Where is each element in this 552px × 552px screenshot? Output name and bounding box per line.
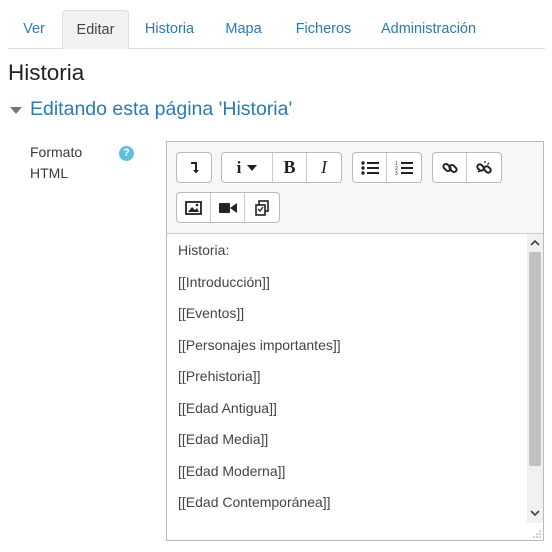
- editor-line: [[Edad Moderna]]: [178, 463, 286, 479]
- tab-mapa[interactable]: Mapa: [216, 10, 271, 48]
- image-icon[interactable]: [177, 193, 211, 222]
- toggle-toolbar-icon[interactable]: [177, 153, 211, 182]
- scroll-up-icon[interactable]: [530, 238, 540, 248]
- toolbar-group-media: [176, 192, 280, 223]
- tab-bar: Ver Editar Historia Mapa Ficheros Admini…: [8, 10, 545, 49]
- unordered-list-icon[interactable]: [353, 153, 387, 182]
- help-icon[interactable]: ?: [119, 146, 134, 161]
- paragraph-style-icon[interactable]: i: [222, 153, 273, 182]
- unlink-icon[interactable]: [467, 153, 501, 182]
- scrollbar-thumb[interactable]: [529, 252, 541, 466]
- editor-content[interactable]: Historia: [[Introducción]] [[Eventos]] […: [167, 234, 527, 540]
- bold-icon[interactable]: B: [273, 153, 307, 182]
- editor-line: [[Prehistoria]]: [178, 368, 261, 384]
- html-editor: i B I 123 Historia: [[Introducción]] [[E…: [166, 141, 544, 541]
- toolbar-group-toggle: [176, 152, 212, 183]
- field-label: Formato HTML: [30, 142, 110, 184]
- toolbar-group-lists: 123: [352, 152, 422, 183]
- editor-toolbar: i B I 123: [167, 142, 543, 234]
- tab-ver[interactable]: Ver: [8, 10, 60, 48]
- svg-text:3: 3: [395, 171, 398, 176]
- editor-scrollbar[interactable]: [527, 234, 543, 523]
- toolbar-group-links: [432, 152, 502, 183]
- resize-handle-icon[interactable]: [533, 530, 541, 538]
- tab-ficheros[interactable]: Ficheros: [286, 10, 361, 48]
- page-title: Historia: [8, 60, 85, 85]
- collapse-caret-icon[interactable]: [10, 107, 22, 114]
- editor-line: [[Introducción]]: [178, 274, 270, 290]
- section-header[interactable]: Editando esta página 'Historia': [10, 98, 292, 121]
- field-label-line2: HTML: [30, 165, 69, 181]
- field-label-line1: Formato: [30, 144, 83, 160]
- tab-historia[interactable]: Historia: [132, 10, 207, 48]
- link-icon[interactable]: [433, 153, 467, 182]
- editor-line: [[Personajes importantes]]: [178, 337, 341, 353]
- manage-files-icon[interactable]: [245, 193, 279, 222]
- italic-icon[interactable]: I: [307, 153, 341, 182]
- editor-line: [[Edad Antigua]]: [178, 400, 277, 416]
- scroll-down-icon[interactable]: [530, 508, 540, 518]
- editor-line: [[Eventos]]: [178, 305, 245, 321]
- editor-line: [[Edad Media]]: [178, 431, 269, 447]
- tab-administracion[interactable]: Administración: [376, 10, 481, 48]
- ordered-list-icon[interactable]: 123: [387, 153, 421, 182]
- editor-line: [[Edad Contemporánea]]: [178, 494, 331, 510]
- tab-editar[interactable]: Editar: [62, 10, 129, 49]
- editor-line: Historia:: [178, 242, 230, 258]
- toolbar-group-format: i B I: [221, 152, 342, 183]
- section-title: Editando esta página 'Historia': [30, 98, 293, 120]
- media-icon[interactable]: [211, 193, 245, 222]
